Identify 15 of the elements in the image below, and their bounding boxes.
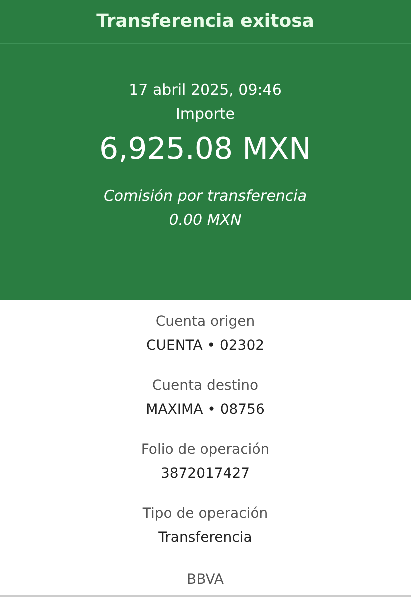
screen-title: Transferencia exitosa [0,0,411,44]
detail-label: Folio de operación [140,441,271,460]
fee-label: Comisión por transferencia [102,186,308,207]
amount: 6,925.08 MXN [98,131,312,169]
detail-value: MAXIMA • 08756 [145,401,266,420]
fee-amount: 0.00 MXN [168,210,243,231]
detail-label: Cuenta origen [154,313,256,332]
detail-label: Tipo de operación [142,505,270,524]
detail-value: CUENTA • 02302 [145,337,266,356]
bank-name: BBVA [186,571,226,590]
amount-label: Importe [174,104,236,125]
detail-value: 3872017427 [160,465,252,484]
date-time: 17 abril 2025, 09:46 [128,80,283,101]
detail-label: Cuenta destino [151,377,260,396]
detail-value: Transferencia [158,529,254,548]
